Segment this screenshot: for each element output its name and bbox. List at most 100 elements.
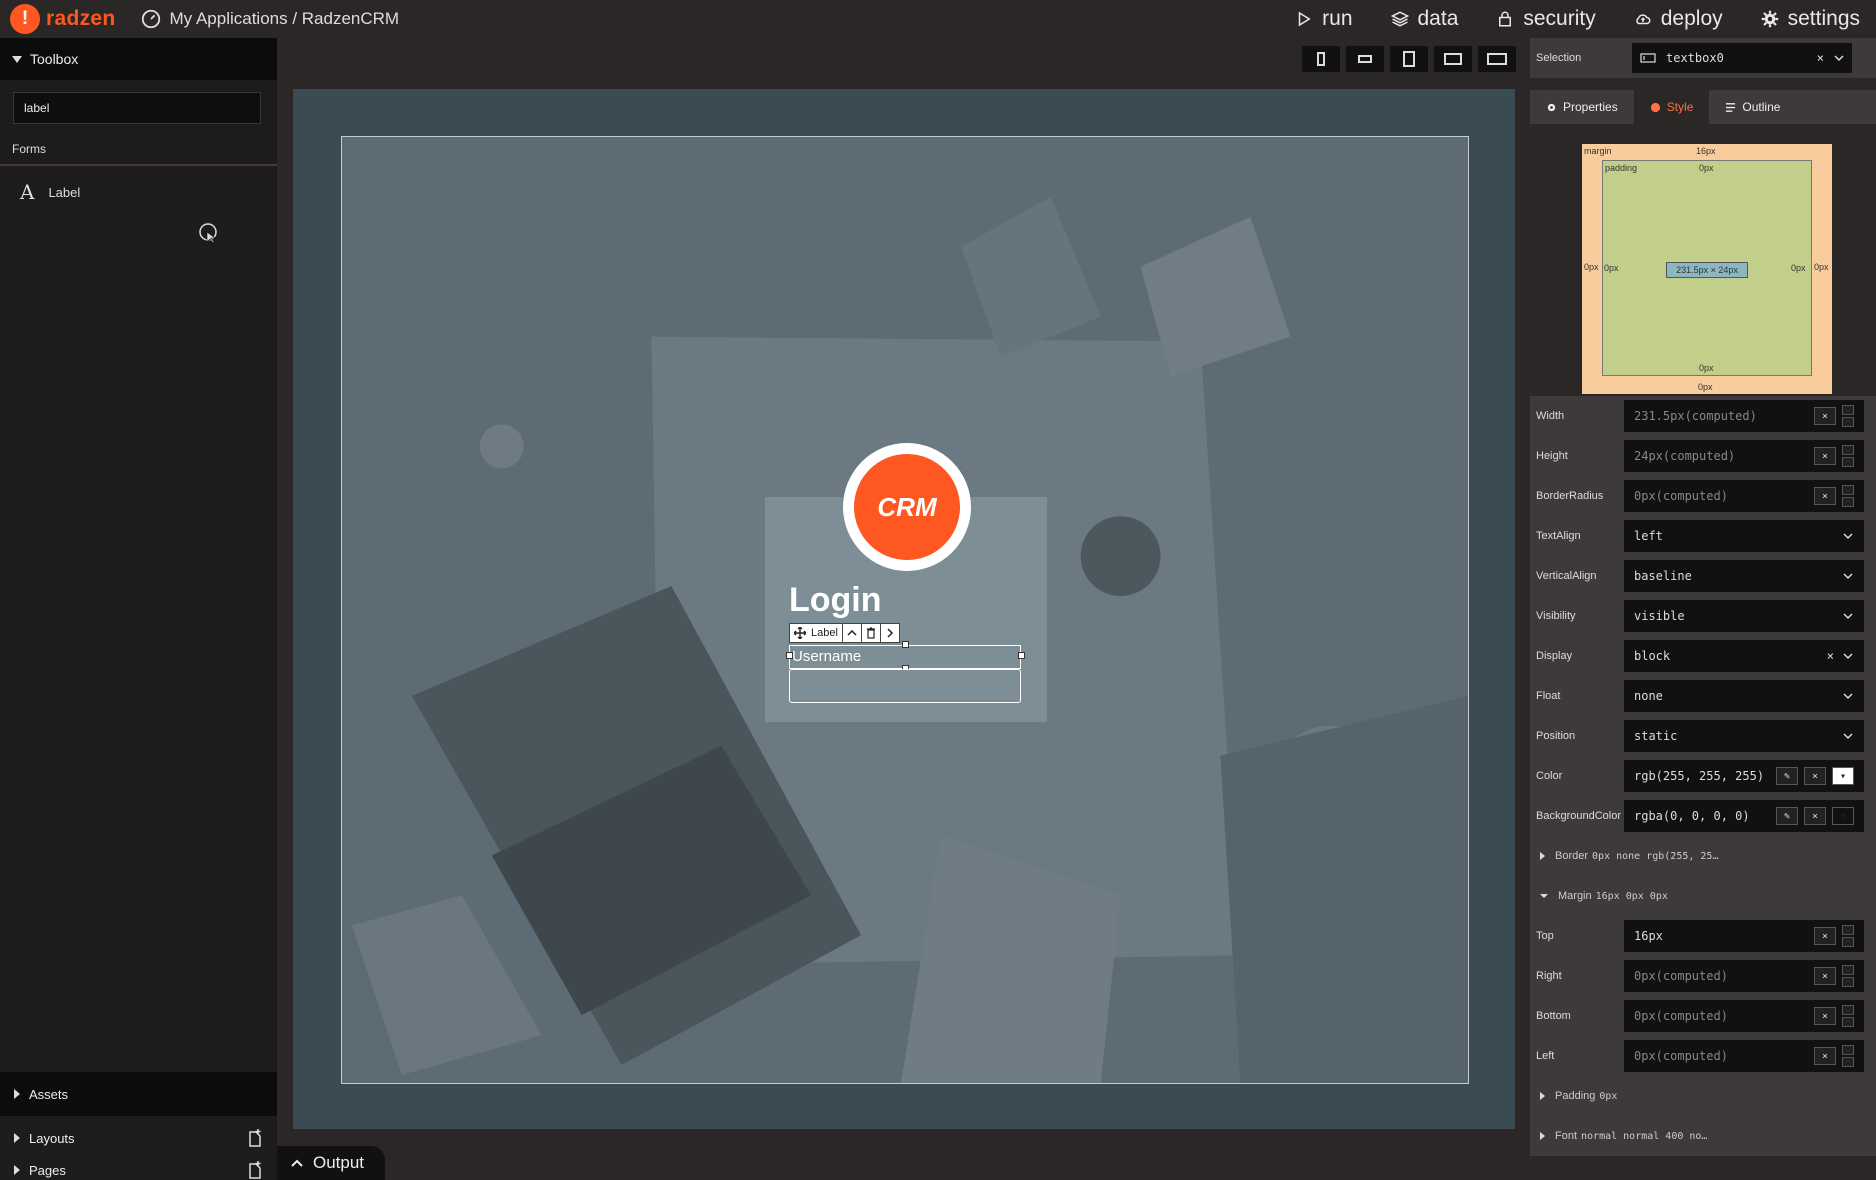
clear-value-button[interactable]: × — [1814, 927, 1836, 945]
tab-outline[interactable]: Outline — [1709, 90, 1796, 124]
move-handle[interactable]: Label — [790, 624, 843, 642]
device-phone-landscape-button[interactable] — [1346, 46, 1384, 72]
prop-input-margin-bottom[interactable]: 0px(computed) × — [1624, 1000, 1864, 1032]
username-input[interactable] — [789, 669, 1021, 703]
assets-section[interactable]: Assets — [0, 1072, 277, 1116]
inspector-panel: Selection textbox0 × Properties Style Ou… — [1530, 38, 1876, 1180]
device-desktop-button[interactable] — [1478, 46, 1516, 72]
bm-padding-box: padding 0px 0px 0px 0px 231.5px × 24px — [1602, 160, 1812, 376]
tab-style[interactable]: Style — [1633, 90, 1710, 124]
prop-input-height[interactable]: 24px(computed) × — [1624, 440, 1864, 472]
clear-value-button[interactable]: × — [1814, 447, 1836, 465]
bm-margin-right[interactable]: 0px — [1814, 262, 1829, 272]
page-preview[interactable]: CRM Login Label Username — [341, 136, 1469, 1084]
section-margin[interactable]: Margin 16px 0px 0px — [1530, 876, 1876, 916]
prop-row-textalign: TextAlign left — [1530, 516, 1876, 556]
clear-selection-icon[interactable]: × — [1817, 51, 1824, 65]
nav-data[interactable]: data — [1390, 7, 1458, 31]
bm-margin-bottom[interactable]: 0px — [1698, 382, 1713, 392]
tab-outline-label: Outline — [1742, 100, 1781, 114]
select-parent-button[interactable] — [843, 624, 862, 642]
bm-margin-left[interactable]: 0px — [1584, 262, 1599, 272]
tab-properties[interactable]: Properties — [1530, 90, 1634, 124]
layouts-label: Layouts — [29, 1130, 75, 1146]
clear-value-button[interactable]: × — [1814, 407, 1836, 425]
section-padding-label: Padding — [1555, 1090, 1596, 1102]
layouts-section[interactable]: Layouts — [0, 1116, 277, 1160]
add-layout-icon[interactable] — [247, 1129, 263, 1147]
gear-icon — [1547, 103, 1556, 111]
designer-canvas: CRM Login Label Username Output — [277, 38, 1530, 1180]
radzen-logo[interactable]: ! radzen — [10, 4, 116, 34]
prop-input-visibility[interactable]: visible — [1624, 600, 1864, 632]
prop-input-color[interactable]: rgb(255, 255, 255) ✎ × ▾ — [1624, 760, 1864, 792]
login-card[interactable]: CRM Login Label Username — [765, 443, 1047, 722]
resize-handle-right[interactable] — [1018, 652, 1025, 659]
toolbox-header[interactable]: Toolbox — [0, 38, 277, 80]
color-swatch[interactable]: ▾ — [1832, 807, 1854, 825]
expand-icon — [1540, 1132, 1545, 1140]
resize-handle-left[interactable] — [786, 652, 793, 659]
resize-handle-top[interactable] — [902, 641, 909, 648]
breadcrumb[interactable]: My Applications / RadzenCRM — [140, 8, 399, 30]
selection-dropdown[interactable]: textbox0 × — [1632, 43, 1852, 73]
edit-color-button[interactable]: ✎ — [1776, 807, 1798, 825]
clear-value-button[interactable]: × — [1814, 967, 1836, 985]
toolbox-search-input[interactable] — [13, 92, 261, 124]
stepper-icon[interactable] — [1842, 965, 1854, 987]
prop-label-textalign: TextAlign — [1536, 530, 1581, 542]
section-padding[interactable]: Padding 0px — [1530, 1076, 1876, 1116]
color-swatch[interactable]: ▾ — [1832, 767, 1854, 785]
device-tablet-landscape-button[interactable] — [1434, 46, 1472, 72]
section-border[interactable]: Border 0px none rgb(255, 25… — [1530, 836, 1876, 876]
prop-input-display[interactable]: block × — [1624, 640, 1864, 672]
bm-padding-right[interactable]: 0px — [1791, 263, 1806, 273]
prop-input-borderradius[interactable]: 0px(computed) × — [1624, 480, 1864, 512]
prop-input-backgroundcolor[interactable]: rgba(0, 0, 0, 0) ✎ × ▾ — [1624, 800, 1864, 832]
output-tab-label: Output — [313, 1153, 365, 1172]
prop-label-float: Float — [1536, 690, 1561, 702]
nav-settings[interactable]: settings — [1761, 7, 1860, 31]
device-phone-portrait-button[interactable] — [1302, 46, 1340, 72]
prop-input-margin-right[interactable]: 0px(computed) × — [1624, 960, 1864, 992]
stepper-icon[interactable] — [1842, 1005, 1854, 1027]
bm-padding-top[interactable]: 0px — [1699, 163, 1714, 173]
bm-padding-bottom[interactable]: 0px — [1699, 363, 1714, 373]
prop-input-position[interactable]: static — [1624, 720, 1864, 752]
stepper-icon[interactable] — [1842, 925, 1854, 947]
nav-deploy[interactable]: deploy — [1634, 7, 1723, 31]
nav-security[interactable]: security — [1496, 7, 1596, 31]
clear-value-button[interactable]: × — [1827, 649, 1834, 663]
prop-input-margin-top[interactable]: 16px × — [1624, 920, 1864, 952]
prop-input-verticalalign[interactable]: baseline — [1624, 560, 1864, 592]
prop-input-width[interactable]: 231.5px(computed) × — [1624, 400, 1864, 432]
edit-color-button[interactable]: ✎ — [1776, 767, 1798, 785]
clear-value-button[interactable]: × — [1804, 767, 1826, 785]
select-next-button[interactable] — [881, 624, 899, 642]
clear-value-button[interactable]: × — [1814, 487, 1836, 505]
toolbox-item-label[interactable]: A Label — [0, 166, 277, 204]
prop-input-margin-left[interactable]: 0px(computed) × — [1624, 1040, 1864, 1072]
stepper-icon[interactable] — [1842, 445, 1854, 467]
section-font[interactable]: Font normal normal 400 no… — [1530, 1116, 1876, 1156]
device-tablet-portrait-button[interactable] — [1390, 46, 1428, 72]
pages-section[interactable]: Pages — [0, 1160, 277, 1180]
prop-input-textalign[interactable]: left — [1624, 520, 1864, 552]
stepper-icon[interactable] — [1842, 405, 1854, 427]
stepper-icon[interactable] — [1842, 1045, 1854, 1067]
prop-input-float[interactable]: none — [1624, 680, 1864, 712]
section-border-label: Border — [1555, 850, 1589, 862]
prop-value-margin-left: 0px(computed) — [1634, 1049, 1728, 1063]
stepper-icon[interactable] — [1842, 485, 1854, 507]
bm-padding-left[interactable]: 0px — [1604, 263, 1619, 273]
prop-label-visibility: Visibility — [1536, 610, 1576, 622]
delete-component-button[interactable] — [862, 624, 881, 642]
add-page-icon[interactable] — [247, 1161, 263, 1179]
nav-run[interactable]: run — [1295, 7, 1353, 31]
output-tab[interactable]: Output — [277, 1146, 385, 1180]
bm-margin-top[interactable]: 16px — [1696, 146, 1716, 156]
clear-value-button[interactable]: × — [1814, 1007, 1836, 1025]
clear-value-button[interactable]: × — [1814, 1047, 1836, 1065]
clear-value-button[interactable]: × — [1804, 807, 1826, 825]
chevron-down-icon — [1843, 733, 1853, 740]
